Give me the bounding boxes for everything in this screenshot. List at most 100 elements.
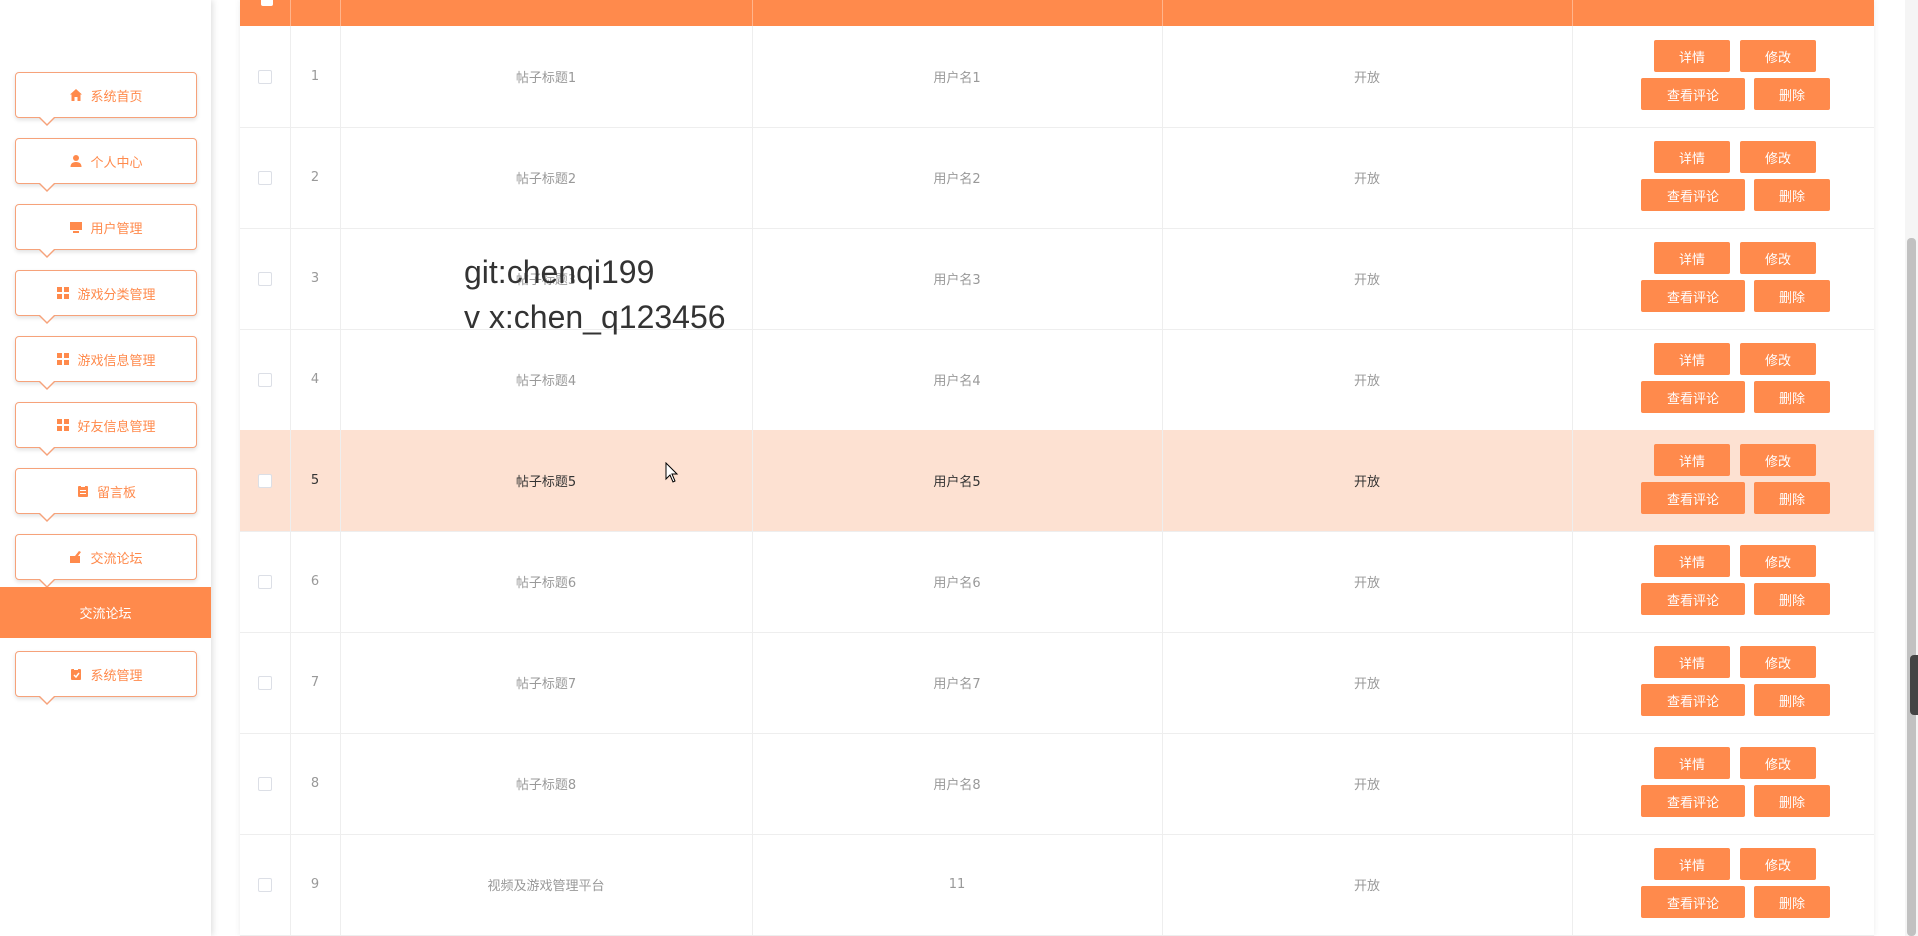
detail-button[interactable]: 详情 <box>1654 141 1730 173</box>
detail-button[interactable]: 详情 <box>1654 848 1730 880</box>
edit-button[interactable]: 修改 <box>1740 646 1816 678</box>
row-user-text: 用户名1 <box>933 71 981 86</box>
detail-button[interactable]: 详情 <box>1654 40 1730 72</box>
table-row[interactable]: 2 帖子标题2 用户名2 开放 详情 修改 查看评论 删除 <box>240 127 1874 229</box>
table-header <box>240 0 1874 26</box>
row-checkbox[interactable] <box>258 271 272 286</box>
row-index-text: 3 <box>310 271 320 286</box>
sidebar-item-users[interactable]: 用户管理 <box>15 204 197 258</box>
select-all-checkbox[interactable] <box>261 0 273 6</box>
row-checkbox[interactable] <box>258 473 272 488</box>
view-comments-button[interactable]: 查看评论 <box>1641 785 1745 817</box>
row-status-text: 开放 <box>1353 374 1380 389</box>
edit-button[interactable]: 修改 <box>1740 40 1816 72</box>
sidebar-item-profile[interactable]: 个人中心 <box>15 138 197 192</box>
detail-button[interactable]: 详情 <box>1654 444 1730 476</box>
row-select-cell <box>240 329 291 430</box>
side-tool-handle[interactable] <box>1910 655 1918 715</box>
row-user-text: 用户名2 <box>933 172 981 187</box>
sidebar-item-game-info[interactable]: 游戏信息管理 <box>15 336 197 390</box>
table-row[interactable]: 4 帖子标题4 用户名4 开放 详情 修改 查看评论 删除 <box>240 329 1874 431</box>
row-title-cell: 视频及游戏管理平台 <box>340 834 753 935</box>
header-user-cell[interactable] <box>752 0 1163 26</box>
table-row[interactable]: 6 帖子标题6 用户名6 开放 详情 修改 查看评论 删除 <box>240 531 1874 633</box>
sidebar-item-message-board[interactable]: 留言板 <box>15 468 197 522</box>
view-comments-button[interactable]: 查看评论 <box>1641 381 1745 413</box>
sidebar-item-forum[interactable]: 交流论坛 <box>15 534 197 588</box>
monitor-icon <box>70 222 83 233</box>
row-user-text: 用户名4 <box>933 374 981 389</box>
row-index-text: 5 <box>310 473 320 488</box>
submenu-item-forum-active[interactable]: 交流论坛 <box>0 587 211 638</box>
row-user-text: 用户名5 <box>933 475 981 490</box>
detail-button[interactable]: 详情 <box>1654 747 1730 779</box>
delete-button[interactable]: 删除 <box>1754 785 1830 817</box>
delete-button[interactable]: 删除 <box>1754 583 1830 615</box>
watermark-line-1: git:chenqi199 <box>464 254 655 290</box>
detail-button[interactable]: 详情 <box>1654 646 1730 678</box>
row-checkbox[interactable] <box>258 877 272 892</box>
delete-button[interactable]: 删除 <box>1754 886 1830 918</box>
row-title-text: 帖子标题7 <box>515 677 577 692</box>
delete-button[interactable]: 删除 <box>1754 381 1830 413</box>
delete-button[interactable]: 删除 <box>1754 482 1830 514</box>
table-row[interactable]: 8 帖子标题8 用户名8 开放 详情 修改 查看评论 删除 <box>240 733 1874 835</box>
edit-button[interactable]: 修改 <box>1740 242 1816 274</box>
row-user-cell: 用户名7 <box>752 632 1163 733</box>
row-checkbox[interactable] <box>258 170 272 185</box>
delete-button[interactable]: 删除 <box>1754 684 1830 716</box>
edit-button[interactable]: 修改 <box>1740 848 1816 880</box>
table-row[interactable]: 9 视频及游戏管理平台 11 开放 详情 修改 查看评论 删除 <box>240 834 1874 936</box>
row-index-text: 6 <box>310 574 320 589</box>
delete-button[interactable]: 删除 <box>1754 179 1830 211</box>
row-checkbox[interactable] <box>258 69 272 84</box>
row-checkbox[interactable] <box>258 372 272 387</box>
row-index-cell: 2 <box>290 127 341 228</box>
delete-button[interactable]: 删除 <box>1754 280 1830 312</box>
edit-button[interactable]: 修改 <box>1740 545 1816 577</box>
edit-button[interactable]: 修改 <box>1740 747 1816 779</box>
row-status-cell: 开放 <box>1162 632 1573 733</box>
edit-button[interactable]: 修改 <box>1740 444 1816 476</box>
sidebar-item-home[interactable]: 系统首页 <box>15 72 197 126</box>
detail-button[interactable]: 详情 <box>1654 545 1730 577</box>
edit-button[interactable]: 修改 <box>1740 141 1816 173</box>
row-select-cell <box>240 632 291 733</box>
view-comments-button[interactable]: 查看评论 <box>1641 482 1745 514</box>
row-select-cell <box>240 531 291 632</box>
table-row[interactable]: 5 帖子标题5 用户名5 开放 详情 修改 查看评论 删除 <box>240 430 1874 532</box>
header-title-cell[interactable] <box>340 0 753 26</box>
row-checkbox[interactable] <box>258 776 272 791</box>
view-comments-button[interactable]: 查看评论 <box>1641 78 1745 110</box>
table-row[interactable]: 1 帖子标题1 用户名1 开放 详情 修改 查看评论 删除 <box>240 26 1874 128</box>
row-checkbox[interactable] <box>258 675 272 690</box>
row-title-cell: 帖子标题8 <box>340 733 753 834</box>
edit-button[interactable]: 修改 <box>1740 343 1816 375</box>
row-index-text: 1 <box>310 69 320 84</box>
view-comments-button[interactable]: 查看评论 <box>1641 684 1745 716</box>
row-user-text: 用户名6 <box>933 576 981 591</box>
sidebar-item-friends[interactable]: 好友信息管理 <box>15 402 197 456</box>
row-status-cell: 开放 <box>1162 733 1573 834</box>
header-status-cell[interactable] <box>1162 0 1573 26</box>
row-checkbox[interactable] <box>258 574 272 589</box>
row-status-text: 开放 <box>1353 778 1380 793</box>
view-comments-button[interactable]: 查看评论 <box>1641 179 1745 211</box>
view-comments-button[interactable]: 查看评论 <box>1641 886 1745 918</box>
row-index-cell: 9 <box>290 834 341 935</box>
grid-icon <box>57 287 70 299</box>
sidebar-item-label: 交流论坛 <box>90 551 143 567</box>
sidebar-item-game-category[interactable]: 游戏分类管理 <box>15 270 197 324</box>
submenu-item-label: 交流论坛 <box>79 607 132 622</box>
detail-button[interactable]: 详情 <box>1654 242 1730 274</box>
watermark-text: git:chenqi199 v x:chen_q123456 <box>464 250 726 340</box>
sidebar-item-system[interactable]: 系统管理 <box>15 651 197 705</box>
view-comments-button[interactable]: 查看评论 <box>1641 280 1745 312</box>
delete-button[interactable]: 删除 <box>1754 78 1830 110</box>
scrollbar-thumb[interactable] <box>1907 238 1916 936</box>
view-comments-button[interactable]: 查看评论 <box>1641 583 1745 615</box>
detail-button[interactable]: 详情 <box>1654 343 1730 375</box>
table-row[interactable]: 7 帖子标题7 用户名7 开放 详情 修改 查看评论 删除 <box>240 632 1874 734</box>
row-actions-cell: 详情 修改查看评论 删除 <box>1572 228 1874 329</box>
row-index-cell: 3 <box>290 228 341 329</box>
